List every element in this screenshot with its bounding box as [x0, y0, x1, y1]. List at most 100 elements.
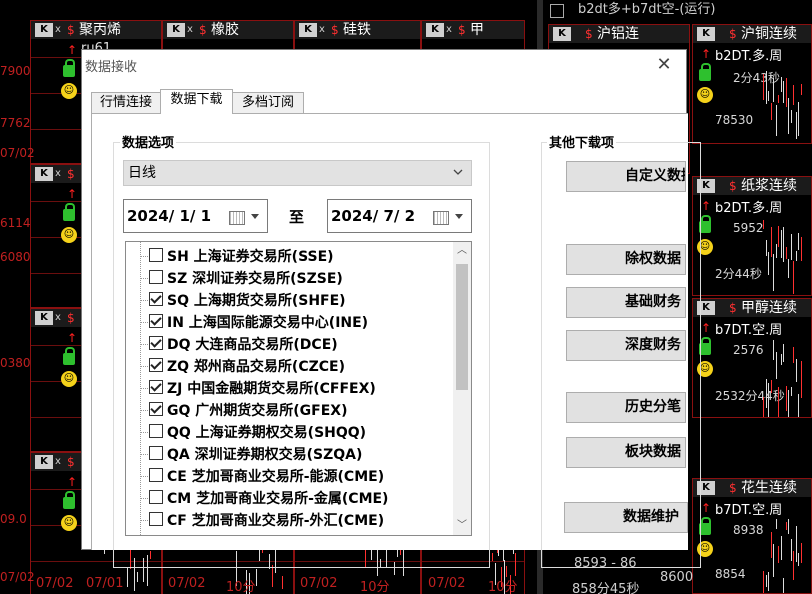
exchange-label: DQ 大连商品交易所(DCE) — [167, 337, 338, 353]
tab-quote-connection[interactable]: 行情连接 — [91, 92, 161, 113]
close-x-badge[interactable]: x — [319, 23, 329, 37]
start-date-picker[interactable]: 2024/ 1/ 1 — [123, 199, 268, 233]
exchange-item[interactable]: CF 芝加哥商业交易所-外汇(CME) — [126, 509, 446, 531]
tab-multi-level-subscription[interactable]: 多档订阅 — [232, 92, 304, 113]
tab-data-download[interactable]: 数据下载 — [160, 89, 233, 114]
k-badge[interactable]: K — [35, 455, 53, 469]
period-select[interactable]: 日线 — [123, 160, 472, 186]
lock-icon — [699, 63, 711, 81]
dollar-icon: $ — [729, 179, 737, 193]
exchange-checkbox[interactable] — [149, 490, 163, 504]
up-arrow-icon: ↑ — [67, 331, 78, 345]
exchange-item[interactable]: SZ 深圳证券交易所(SZSE) — [126, 267, 446, 289]
candle-mark — [765, 240, 767, 256]
exchange-item[interactable]: CE 芝加哥商业交易所-能源(CME) — [126, 465, 446, 487]
k-badge[interactable]: K — [35, 311, 53, 325]
up-arrow-icon: ↑ — [67, 43, 78, 57]
candle-mark — [783, 578, 784, 593]
ex-rights-data-button[interactable]: 除权数据 — [566, 244, 686, 275]
close-x-badge[interactable]: x — [55, 311, 65, 325]
dropdown-arrow-icon[interactable] — [251, 214, 259, 219]
dialog-title: 数据接收 — [85, 60, 138, 75]
basic-finance-button[interactable]: 基础财务 — [566, 287, 686, 318]
scroll-thumb[interactable] — [456, 264, 468, 390]
exchange-checkbox[interactable] — [149, 424, 163, 438]
exchange-checkbox[interactable] — [149, 270, 163, 284]
exchange-checkbox[interactable] — [149, 292, 163, 306]
exchange-checkbox[interactable] — [149, 314, 163, 328]
axis-price-label: 7762 — [0, 116, 31, 130]
candle-mark — [780, 77, 782, 92]
chart-panel[interactable]: K $ 花生连续 ↑ b7DT.空.周 ☺ 8938 8854 — [692, 478, 812, 594]
axis-time-label: 07/02 — [300, 576, 338, 591]
exchange-checkbox[interactable] — [149, 402, 163, 416]
candle-mark — [255, 569, 257, 586]
exchange-label: SH 上海证券交易所(SSE) — [167, 249, 334, 265]
panel-product-name: 硅铁 — [343, 22, 371, 38]
exchange-checkbox[interactable] — [149, 248, 163, 262]
close-x-badge[interactable]: x — [55, 23, 65, 37]
exchange-item[interactable]: DQ 大连商品交易所(DCE) — [126, 333, 446, 355]
k-badge[interactable]: K — [35, 23, 53, 37]
chart-panel[interactable]: K $ 沪铜连续 ↑ b2DT.多.周 ☺ 2分43秒 78530 — [692, 24, 812, 144]
exchange-checkbox[interactable] — [149, 512, 163, 526]
dollar-icon: $ — [199, 23, 207, 37]
k-badge[interactable]: K — [426, 23, 444, 37]
exchange-item[interactable]: QQ 上海证券期权交易(SHQQ) — [126, 421, 446, 443]
candle-mark — [790, 110, 792, 123]
calendar-icon[interactable] — [229, 211, 245, 225]
exchange-item[interactable]: SQ 上海期货交易所(SHFE) — [126, 289, 446, 311]
exchange-checkbox[interactable] — [149, 446, 163, 460]
deep-finance-button[interactable]: 深度财务 — [566, 330, 686, 361]
history-tick-button[interactable]: 历史分笔 — [566, 392, 686, 423]
custom-data-button[interactable]: 自定义数据 — [566, 161, 686, 192]
close-x-badge[interactable]: x — [446, 23, 456, 37]
candle-mark — [768, 91, 769, 101]
exchange-item[interactable]: QA 深圳证券期权交易(SZQA) — [126, 443, 446, 465]
candle-mark — [773, 544, 774, 577]
candle-mark — [788, 259, 789, 278]
exchange-item[interactable]: IN 上海国际能源交易中心(INE) — [126, 311, 446, 333]
close-x-badge[interactable]: x — [55, 455, 65, 469]
axis-time-label: 10分 — [226, 580, 256, 594]
tree-connector — [140, 410, 148, 411]
dropdown-arrow-icon[interactable] — [455, 214, 463, 219]
close-icon[interactable]: ✕ — [654, 55, 674, 75]
chart-panel[interactable]: K $ 甲醇连续 ↑ b7DT.空.周 ☺ 2576 2532分44秒 — [692, 298, 812, 418]
calendar-icon[interactable] — [433, 211, 449, 225]
k-badge[interactable]: K — [697, 27, 715, 41]
tree-connector — [140, 520, 148, 521]
scroll-down-icon[interactable]: ﹀ — [453, 517, 471, 535]
chart-panel[interactable]: K $ 纸浆连续 ↑ b2DT.多.周 ☺ 5952 2分44秒 — [692, 176, 812, 296]
exchange-item[interactable]: ZQ 郑州商品交易所(CZCE) — [126, 355, 446, 377]
candle-mark — [763, 74, 764, 100]
candle-mark — [775, 244, 777, 258]
k-badge[interactable]: K — [35, 167, 53, 181]
close-x-badge[interactable]: x — [187, 23, 197, 37]
k-badge[interactable]: K — [299, 23, 317, 37]
exchange-checkbox[interactable] — [149, 358, 163, 372]
bottom-value-label: 858分45秒 — [572, 582, 640, 594]
exchange-checkbox[interactable] — [149, 468, 163, 482]
candle-area — [763, 509, 807, 593]
panel-product-name: 甲醇连续 — [741, 300, 797, 316]
close-x-badge[interactable]: x — [55, 167, 65, 181]
exchange-label: SZ 深圳证券交易所(SZSE) — [167, 271, 343, 287]
exchange-checkbox[interactable] — [149, 380, 163, 394]
scroll-up-icon[interactable]: ︿ — [453, 242, 471, 260]
exchange-item[interactable]: ZJ 中国金融期货交易所(CFFEX) — [126, 377, 446, 399]
sector-data-button[interactable]: 板块数据 — [566, 437, 686, 468]
data-maintenance-button[interactable]: 数据维护 — [564, 502, 688, 533]
candle-mark — [790, 539, 792, 561]
exchange-item[interactable]: SH 上海证券交易所(SSE) — [126, 245, 446, 267]
exchange-item[interactable]: CM 芝加哥商业交易所-金属(CME) — [126, 487, 446, 509]
k-badge[interactable]: K — [167, 23, 185, 37]
exchange-checkbox[interactable] — [149, 336, 163, 350]
end-date-picker[interactable]: 2024/ 7/ 2 — [327, 199, 472, 233]
candle-mark — [788, 519, 789, 534]
list-scrollbar[interactable]: ︿ ﹀ — [453, 242, 471, 535]
candle-mark — [795, 359, 797, 382]
candle-mark — [765, 379, 767, 408]
k-badge[interactable]: K — [553, 27, 571, 41]
exchange-item[interactable]: GQ 广州期货交易所(GFEX) — [126, 399, 446, 421]
